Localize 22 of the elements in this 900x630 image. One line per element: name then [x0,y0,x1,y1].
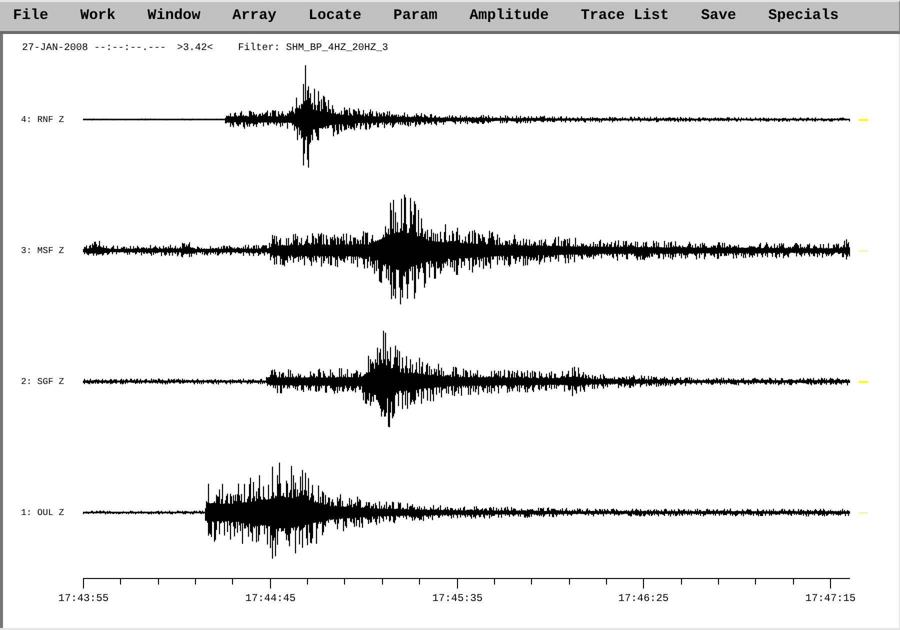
trace-label: 1: OUL Z [21,508,64,518]
menu-item[interactable]: Param [393,8,438,25]
trace-label: 4: RNF Z [21,114,64,124]
time-label: 17:47:15 [805,593,856,605]
menu-item[interactable]: Work [80,8,116,25]
menu-item[interactable]: File [13,8,48,25]
trace-label: 2: SGF Z [21,376,64,386]
scale-readout: >3.42< [177,43,214,54]
menu-item[interactable]: Amplitude [469,8,549,25]
filter-text: Filter: SHM_BP_4HZ_20HZ_3 [238,43,388,54]
trace-label: 3: MSF Z [21,246,64,256]
menu-item[interactable]: Window [148,8,200,25]
time-label: 17:45:35 [432,593,483,605]
time-label: 17:44:45 [245,593,296,605]
menu-item[interactable]: Array [232,8,276,25]
menu-item[interactable]: Trace List [580,8,669,25]
menu-item[interactable]: Locate [308,8,362,25]
menu-item[interactable]: Specials [768,8,839,25]
time-label: 17:43:55 [58,593,109,605]
time-label: 17:46:25 [618,593,669,605]
menu-item[interactable]: Save [700,8,736,25]
date-time-text: 27-JAN-2008 --:--:--.--- [22,43,166,54]
